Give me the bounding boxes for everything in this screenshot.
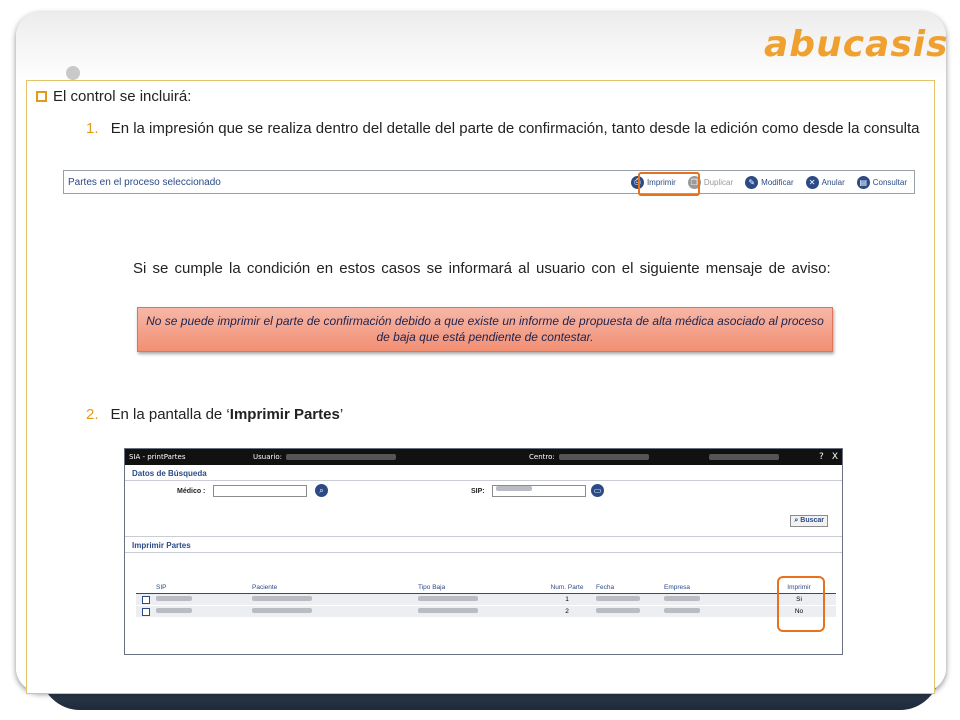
medico-input[interactable] [213, 485, 307, 497]
user-label: Usuario: [253, 453, 282, 461]
blurred-cell [156, 608, 192, 613]
blurred-cell [664, 596, 700, 601]
search-icon[interactable]: ⌕ [315, 484, 328, 497]
duplicate-label: Duplicar [703, 177, 734, 187]
col-num-parte: Num. Parte [550, 584, 584, 591]
center-value-blurred [558, 454, 649, 460]
col-tipo-baja: Tipo Baja [418, 584, 446, 591]
search-button-label: Buscar [800, 517, 824, 524]
cancel-label: Anular [821, 177, 845, 187]
cancel-button[interactable]: ✕ Anular [803, 175, 848, 190]
num-parte-cell: 1 [565, 596, 569, 603]
window-titlebar: SIA - printPartes Usuario: Centro: ? X [125, 449, 842, 465]
blurred-cell [418, 608, 478, 613]
center-label: Centro: [529, 453, 555, 461]
table-row[interactable]: 2 No [136, 606, 836, 618]
col-sip: SIP [156, 584, 167, 591]
search-section-title: Datos de Búsqueda [125, 465, 842, 481]
edit-button[interactable]: ✎ Modificar [742, 175, 796, 190]
item-2-suffix: ’ [339, 406, 344, 423]
item-2: 2. En la pantalla de ‘Imprimir Partes’ [86, 406, 343, 423]
edit-icon: ✎ [745, 175, 759, 189]
table-row[interactable]: 1 Si [136, 594, 836, 606]
cancel-icon: ✕ [805, 175, 819, 189]
sip-label: SIP: [471, 488, 485, 495]
row-checkbox[interactable] [142, 595, 150, 604]
col-paciente: Paciente [252, 584, 278, 591]
extra-value-blurred [708, 454, 779, 460]
blurred-cell [418, 596, 478, 601]
blurred-cell [596, 596, 640, 601]
warning-message: No se puede imprimir el parte de confirm… [137, 307, 833, 352]
item-1-number: 1. [86, 120, 99, 137]
view-button[interactable]: ▤ Consultar [854, 175, 910, 190]
center-info: Centro: [529, 453, 779, 461]
blurred-cell [596, 608, 640, 613]
blurred-cell [664, 608, 700, 613]
item-2-bold: Imprimir Partes [229, 406, 340, 423]
bullet-heading: El control se incluirá: [36, 88, 191, 105]
sip-value-blurred [496, 486, 532, 491]
item-2-number: 2. [86, 406, 99, 423]
col-empresa: Empresa [664, 584, 691, 591]
item-1: 1. En la impresión que se realiza dentro… [86, 118, 924, 140]
card-reader-icon[interactable]: ▭ [591, 484, 604, 497]
edit-label: Modificar [761, 177, 794, 187]
toolbar-title: Partes en el proceso seleccionado [68, 176, 221, 188]
user-info: Usuario: [253, 453, 529, 461]
row-checkbox[interactable] [142, 607, 150, 616]
checkbox-bullet-icon [36, 91, 47, 102]
imprimir-highlight-box [777, 576, 825, 632]
blurred-cell [156, 596, 192, 601]
medico-label: Médico : [177, 488, 206, 495]
search-button[interactable]: ⌕ Buscar [790, 515, 828, 527]
item-2-prefix: En la pantalla de ‘ [110, 406, 230, 423]
abucasis-logo: abucasis [764, 24, 949, 65]
section-divider [125, 525, 842, 537]
slide: abucasis El control se incluirá: 1. En l… [0, 0, 960, 720]
parts-table: SIP Paciente Tipo Baja Num. Parte Fecha … [136, 582, 836, 618]
window-title: SIA - printPartes [129, 453, 186, 461]
help-button[interactable]: ? [819, 452, 824, 462]
view-icon: ▤ [856, 175, 870, 189]
col-fecha: Fecha [596, 584, 615, 591]
condition-text: Si se cumple la condición en estos casos… [133, 260, 831, 277]
num-parte-cell: 2 [565, 608, 569, 615]
parts-toolbar: Partes en el proceso seleccionado ⎙ Impr… [63, 170, 915, 194]
user-value-blurred [285, 454, 396, 460]
view-label: Consultar [872, 177, 907, 187]
print-section-title: Imprimir Partes [125, 537, 842, 553]
pin-decoration [66, 66, 80, 80]
item-1-text: En la impresión que se realiza dentro de… [110, 120, 920, 137]
print-highlight-box [638, 172, 700, 196]
bullet-text: El control se incluirá: [53, 88, 192, 105]
window-controls: ? X [819, 452, 838, 462]
print-parts-window: SIA - printPartes Usuario: Centro: ? X D… [124, 448, 843, 655]
sip-input[interactable] [492, 485, 586, 497]
table-header: SIP Paciente Tipo Baja Num. Parte Fecha … [136, 582, 836, 594]
search-area: Médico : ⌕ SIP: ▭ ⌕ Buscar [125, 481, 842, 527]
blurred-cell [252, 596, 312, 601]
close-button[interactable]: X [832, 452, 838, 462]
blurred-cell [252, 608, 312, 613]
